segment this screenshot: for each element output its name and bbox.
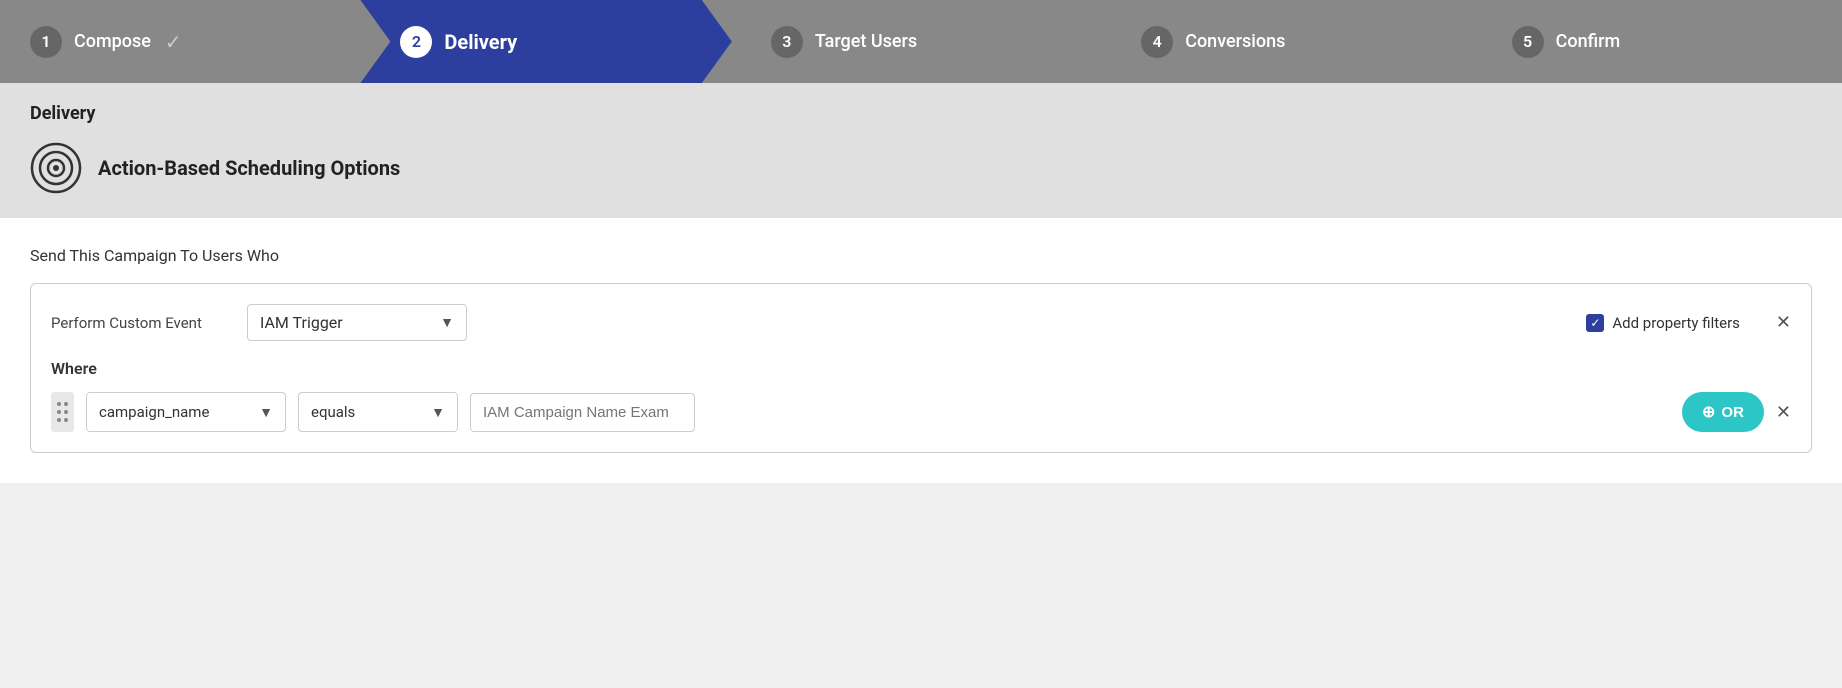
step-conversions-label: Conversions (1185, 31, 1285, 52)
filter-box-close-icon[interactable]: ✕ (1776, 312, 1791, 333)
event-value: IAM Trigger (260, 313, 343, 332)
add-property-label: Add property filters (1612, 314, 1740, 332)
step-conversions[interactable]: 4 Conversions (1101, 0, 1472, 83)
send-campaign-label: Send This Campaign To Users Who (30, 246, 1812, 265)
step-compose[interactable]: 1 Compose ✓ (0, 0, 361, 83)
scheduling-label: Action-Based Scheduling Options (98, 156, 400, 180)
drag-dot (64, 418, 68, 422)
field-dropdown-arrow: ▼ (259, 404, 273, 421)
or-button-label: OR (1721, 404, 1744, 421)
operator-value: equals (311, 403, 355, 421)
field-dropdown[interactable]: campaign_name ▼ (86, 392, 286, 432)
drag-dot (57, 418, 61, 422)
step-target[interactable]: 3 Target Users (731, 0, 1102, 83)
drag-dot-row-2 (57, 410, 68, 414)
field-value: campaign_name (99, 403, 209, 421)
perform-event-row: Perform Custom Event IAM Trigger ▼ ✓ Add… (51, 304, 1791, 341)
event-dropdown[interactable]: IAM Trigger ▼ (247, 304, 467, 341)
step-target-num: 3 (771, 26, 803, 58)
condition-close-icon[interactable]: ✕ (1776, 402, 1791, 423)
event-dropdown-arrow: ▼ (440, 314, 454, 331)
add-property-checkbox[interactable]: ✓ (1586, 314, 1604, 332)
drag-dot-row-1 (57, 402, 68, 406)
drag-dot (57, 402, 61, 406)
drag-dot-row-3 (57, 418, 68, 422)
delivery-title: Delivery (30, 103, 1812, 124)
action-based-icon (30, 142, 82, 194)
or-plus-icon: ⊕ (1702, 402, 1715, 422)
step-confirm[interactable]: 5 Confirm (1472, 0, 1842, 83)
where-label: Where (51, 359, 1791, 378)
add-property-filter-container: ✓ Add property filters (1586, 314, 1740, 332)
perform-label: Perform Custom Event (51, 314, 231, 332)
value-input[interactable] (470, 393, 695, 432)
operator-dropdown-arrow: ▼ (431, 404, 445, 421)
filter-box: Perform Custom Event IAM Trigger ▼ ✓ Add… (30, 283, 1812, 453)
step-confirm-label: Confirm (1556, 31, 1621, 52)
content-area: Delivery Action-Based Scheduling Options… (0, 83, 1842, 483)
form-area: Send This Campaign To Users Who Perform … (0, 218, 1842, 483)
step-conversions-num: 4 (1141, 26, 1173, 58)
step-target-label: Target Users (815, 31, 917, 52)
step-delivery-num: 2 (400, 26, 432, 58)
compose-check-icon: ✓ (165, 30, 182, 54)
drag-dot (64, 402, 68, 406)
where-condition-row: campaign_name ▼ equals ▼ ⊕ OR ✕ (51, 392, 1791, 432)
step-compose-num: 1 (30, 26, 62, 58)
drag-handle[interactable] (51, 392, 74, 432)
delivery-header: Delivery Action-Based Scheduling Options (0, 83, 1842, 218)
drag-dot (64, 410, 68, 414)
drag-dot (57, 410, 61, 414)
step-confirm-num: 5 (1512, 26, 1544, 58)
or-button[interactable]: ⊕ OR (1682, 392, 1764, 432)
stepper: 1 Compose ✓ 2 Delivery 3 Target Users 4 … (0, 0, 1842, 83)
step-delivery[interactable]: 2 Delivery (360, 0, 731, 83)
scheduling-options: Action-Based Scheduling Options (30, 142, 1812, 194)
step-compose-label: Compose (74, 31, 151, 52)
operator-dropdown[interactable]: equals ▼ (298, 392, 458, 432)
step-delivery-label: Delivery (444, 30, 517, 54)
